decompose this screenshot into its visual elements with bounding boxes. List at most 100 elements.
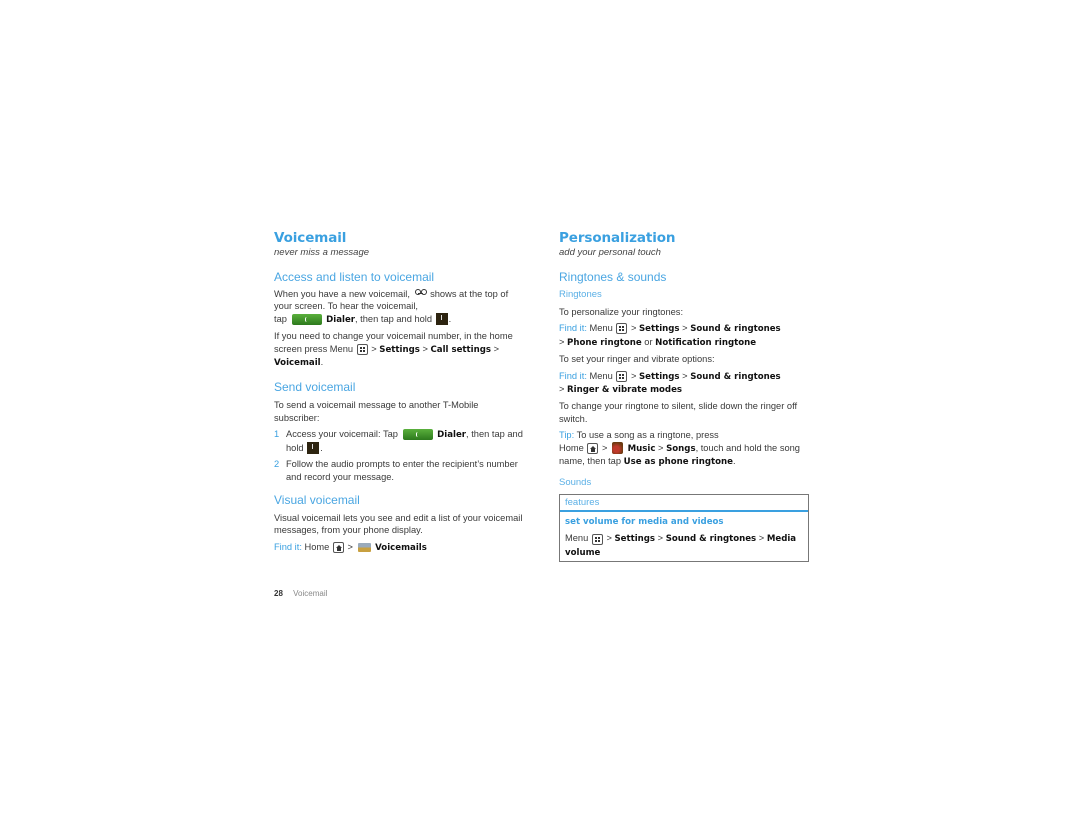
sound-ringtones-label: Sound & ringtones	[690, 324, 781, 335]
text: Follow the audio prompts to enter the re…	[286, 459, 518, 482]
separator: >	[657, 533, 664, 544]
dialer-icon	[402, 429, 433, 441]
menu-label: Menu	[589, 323, 613, 334]
separator: >	[493, 343, 499, 354]
text: To use a song as a ringtone, press	[576, 430, 719, 441]
separator: >	[758, 533, 765, 544]
settings-label: Settings	[638, 324, 680, 335]
features-box-header: features	[560, 495, 808, 513]
menu-icon	[591, 533, 603, 545]
separator: >	[630, 323, 637, 334]
find-it-label: Find it:	[559, 370, 587, 381]
settings-label: Settings	[614, 534, 656, 545]
features-box: features set volume for media and videos…	[559, 494, 809, 563]
call-settings-label: Call settings	[430, 344, 491, 355]
menu-icon	[356, 343, 368, 355]
find-it-label: Find it:	[274, 541, 302, 552]
key-1-icon	[307, 442, 320, 455]
text: .	[320, 357, 324, 368]
separator: >	[606, 533, 612, 544]
text: .	[732, 456, 736, 467]
key-1-icon	[435, 313, 448, 326]
ringer-find-it: Find it: Menu > Settings > Sound & ringt…	[559, 370, 809, 397]
ringtones-sounds-heading: Ringtones & sounds	[559, 270, 667, 284]
home-icon	[332, 541, 344, 553]
voicemail-icon	[414, 289, 426, 295]
voicemail-tagline: never miss a message	[274, 247, 370, 258]
music-icon	[612, 442, 624, 455]
separator: >	[559, 336, 565, 347]
personalization-tagline: add your personal touch	[559, 247, 661, 258]
dialer-icon	[291, 313, 322, 325]
use-as-ringtone-label: Use as phone ringtone	[623, 457, 733, 468]
sound-ringtones-label: Sound & ringtones	[690, 371, 781, 382]
feature-path: Menu > Settings > Sound & ringtones > Me…	[565, 532, 803, 559]
ringtones-subheading: Ringtones	[559, 289, 602, 300]
voicemails-label: Voicemails	[375, 542, 427, 553]
voicemail-label: Voicemail	[274, 358, 321, 369]
text: .	[448, 313, 452, 324]
visual-voicemail-body: Visual voicemail lets you see and edit a…	[274, 513, 523, 536]
send-voicemail-steps: 1 Access your voicemail: Tap Dialer, the…	[274, 428, 524, 483]
access-voicemail-paragraph: When you have a new voicemail, shows at …	[274, 288, 524, 326]
silent-ringtone-text: To change your ringtone to silent, slide…	[559, 401, 798, 424]
step-item: 2 Follow the audio prompts to enter the …	[274, 458, 524, 483]
page-number: 28	[274, 589, 283, 598]
menu-label: Menu	[589, 370, 613, 381]
settings-label: Settings	[638, 371, 680, 382]
access-voicemail-heading: Access and listen to voicemail	[274, 270, 435, 284]
separator: >	[682, 323, 688, 334]
ringtones-find-it: Find it: Menu > Settings > Sound & ringt…	[559, 322, 809, 349]
text: .	[320, 442, 323, 453]
tip-label: Tip:	[559, 430, 575, 441]
separator: >	[682, 370, 688, 381]
separator: >	[371, 343, 377, 354]
page-footer: 28 Voicemail	[274, 589, 327, 598]
visual-voicemail-find-it: Find it: Home > Voicemails	[274, 541, 524, 554]
menu-icon	[616, 370, 628, 382]
notification-ringtone-label: Notification ringtone	[655, 337, 757, 348]
home-icon	[587, 442, 599, 454]
step-number: 1	[274, 429, 280, 440]
dialer-label: Dialer	[437, 430, 467, 441]
voicemail-title: Voicemail	[274, 230, 347, 246]
personalization-column: Personalization add your personal touch …	[559, 229, 809, 563]
sound-ringtones-label: Sound & ringtones	[665, 534, 757, 545]
music-label: Music	[627, 443, 656, 454]
ringtone-tip: Tip: To use a song as a ringtone, press …	[559, 429, 809, 468]
ringer-vibrate-text: To set your ringer and vibrate options:	[559, 354, 715, 365]
features-box-body: set volume for media and videos Menu > S…	[560, 512, 808, 561]
change-number-paragraph: If you need to change your voicemail num…	[274, 330, 524, 369]
phone-ringtone-label: Phone ringtone	[567, 337, 642, 348]
footer-section-name: Voicemail	[293, 589, 328, 598]
find-it-label: Find it:	[559, 323, 587, 334]
sounds-subheading: Sounds	[559, 477, 592, 489]
menu-icon	[616, 323, 628, 335]
separator: >	[422, 343, 428, 354]
text: tap	[274, 313, 287, 324]
separator: >	[658, 442, 664, 453]
voicemail-column: Voicemail never miss a message Access an…	[274, 229, 524, 558]
songs-label: Songs	[666, 443, 696, 454]
home-label: Home	[559, 442, 584, 453]
text: , then tap and hold	[355, 313, 433, 324]
separator: >	[347, 541, 353, 552]
step-number: 2	[274, 459, 280, 470]
settings-label: Settings	[379, 344, 420, 355]
dialer-label: Dialer	[326, 314, 356, 325]
separator: >	[630, 370, 637, 381]
home-label: Home	[304, 541, 330, 552]
text: or	[644, 336, 653, 347]
send-voicemail-heading: Send voicemail	[274, 380, 356, 395]
feature-title: set volume for media and videos	[565, 517, 724, 528]
separator: >	[602, 442, 608, 453]
text: Access your voicemail: Tap	[286, 429, 398, 440]
step-item: 1 Access your voicemail: Tap Dialer, the…	[274, 428, 524, 455]
send-voicemail-intro: To send a voicemail message to another T…	[274, 400, 479, 423]
separator: >	[559, 384, 565, 395]
ringer-modes-label: Ringer & vibrate modes	[567, 385, 683, 396]
text: When you have a new voicemail,	[274, 289, 410, 299]
visual-voicemail-heading: Visual voicemail	[274, 493, 360, 508]
menu-label: Menu	[565, 533, 589, 544]
personalization-title: Personalization	[559, 230, 676, 246]
